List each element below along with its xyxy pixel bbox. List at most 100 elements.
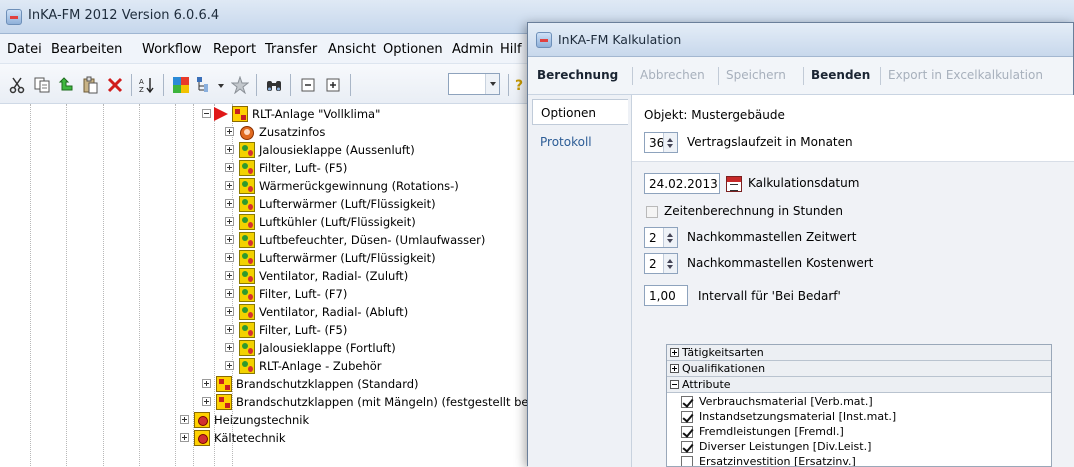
sort-icon[interactable]: A Z xyxy=(138,76,156,94)
attribute-label: Diverser Leistungen [Div.Leist.] xyxy=(699,440,872,453)
tree-node[interactable]: Ventilator, Radial- (Zuluft) xyxy=(225,268,525,285)
star-icon[interactable] xyxy=(231,76,249,94)
combobox-arrow-icon[interactable] xyxy=(485,74,499,94)
tree-node[interactable]: Jalousieklappe (Aussenluft) xyxy=(225,142,525,159)
app-icon xyxy=(536,32,552,48)
tree-node[interactable]: Zusatzinfos xyxy=(225,124,525,141)
vertragslaufzeit-spinner[interactable]: 36 xyxy=(644,132,678,153)
help-icon[interactable]: ? xyxy=(513,76,525,94)
cut-icon[interactable] xyxy=(8,76,26,94)
menu-optionen[interactable]: Optionen xyxy=(383,42,443,57)
tree-expand-toggle[interactable] xyxy=(225,199,234,208)
group-attribute[interactable]: Attribute xyxy=(667,377,1051,393)
tree-expand-toggle[interactable] xyxy=(225,361,234,370)
tree-expand-toggle[interactable] xyxy=(225,145,234,154)
tree-expand-toggle[interactable] xyxy=(225,235,234,244)
speichern-button[interactable]: Speichern xyxy=(726,68,786,82)
tree-node[interactable]: Brandschutzklappen (mit Mängeln) (festge… xyxy=(202,394,532,411)
tree-node[interactable]: Brandschutzklappen (Standard) xyxy=(202,376,532,393)
tree-expand-toggle[interactable] xyxy=(225,325,234,334)
tree-node[interactable]: Lufterwärmer (Luft/Flüssigkeit) xyxy=(225,250,525,267)
tree-node[interactable]: Wärmerückgewinnung (Rotations-) xyxy=(225,178,525,195)
menu-datei[interactable]: Datei xyxy=(7,42,42,57)
tab-protokoll[interactable]: Protokoll xyxy=(532,129,628,155)
attribute-checkbox[interactable] xyxy=(681,426,693,438)
nachkommastellen-kostenwert-spinner[interactable]: 2 xyxy=(644,253,678,274)
tree-node-rlt-anlage[interactable]: RLT-Anlage "Vollklima" xyxy=(202,106,532,123)
spinner-arrows-icon[interactable] xyxy=(663,228,677,247)
export-excel-button[interactable]: Export in Excelkalkulation xyxy=(888,68,1043,82)
intervall-field[interactable]: 1,00 xyxy=(644,285,688,306)
tree-node[interactable]: Luftbefeuchter, Düsen- (Umlaufwasser) xyxy=(225,232,525,249)
tree-expand-toggle[interactable] xyxy=(225,217,234,226)
tree-expand-toggle[interactable] xyxy=(225,343,234,352)
tree-expand-toggle[interactable] xyxy=(180,415,189,424)
kalkulationsdatum-label: Kalkulationsdatum xyxy=(748,176,860,190)
tree-node[interactable]: Ventilator, Radial- (Abluft) xyxy=(225,304,525,321)
tree-guide-line xyxy=(30,104,31,466)
nachkommastellen-zeitwert-spinner[interactable]: 2 xyxy=(644,227,678,248)
tree-expand-toggle[interactable] xyxy=(225,289,234,298)
attribute-checkbox[interactable] xyxy=(681,456,693,466)
tree-expand-toggle[interactable] xyxy=(202,397,211,406)
menu-report[interactable]: Report xyxy=(213,42,256,57)
menu-admin[interactable]: Admin xyxy=(452,42,493,57)
tree-node-label: RLT-Anlage "Vollklima" xyxy=(252,107,381,121)
objekt-label: Objekt: Mustergebäude xyxy=(644,108,785,122)
green-arrow-icon[interactable] xyxy=(58,76,76,94)
tree-node[interactable]: Filter, Luft- (F7) xyxy=(225,286,525,303)
paste-icon[interactable] xyxy=(81,76,99,94)
property-grid: Tätigkeitsarten Qualifikationen Attribut… xyxy=(666,344,1052,467)
menu-hilfe[interactable]: Hilf xyxy=(500,42,522,57)
tree-node[interactable]: Filter, Luft- (F5) xyxy=(225,160,525,177)
berechnung-button[interactable]: Berechnung xyxy=(537,68,618,82)
tree-expand-toggle[interactable] xyxy=(225,271,234,280)
beenden-button[interactable]: Beenden xyxy=(811,68,870,82)
tree-node[interactable]: Filter, Luft- (F5) xyxy=(225,322,525,339)
group-qualifikationen[interactable]: Qualifikationen xyxy=(667,361,1051,377)
tree-node[interactable]: Lufterwärmer (Luft/Flüssigkeit) xyxy=(225,196,525,213)
group-taetigkeitsarten[interactable]: Tätigkeitsarten xyxy=(667,345,1051,361)
toolbar-combobox[interactable] xyxy=(448,73,500,95)
expand-all-icon[interactable] xyxy=(324,76,342,94)
dropdown-arrow-icon[interactable] xyxy=(216,76,226,94)
menu-transfer[interactable]: Transfer xyxy=(265,42,317,57)
tree-node[interactable]: Kältetechnik xyxy=(180,430,520,447)
calendar-icon[interactable] xyxy=(726,176,742,192)
wizard-icon[interactable] xyxy=(172,76,190,94)
tree-expand-toggle[interactable] xyxy=(180,433,189,442)
expand-icon[interactable] xyxy=(670,348,679,357)
tree-node[interactable]: RLT-Anlage - Zubehör xyxy=(225,358,525,375)
tree-expand-toggle[interactable] xyxy=(225,253,234,262)
hierarchy-icon[interactable] xyxy=(195,76,213,94)
menu-ansicht[interactable]: Ansicht xyxy=(328,42,376,57)
binoculars-icon[interactable] xyxy=(265,76,283,94)
attribute-checkbox[interactable] xyxy=(681,396,693,408)
kalkulationsdatum-field[interactable]: 24.02.2013 xyxy=(644,173,720,194)
abbrechen-button[interactable]: Abbrechen xyxy=(640,68,705,82)
tree-expand-toggle[interactable] xyxy=(202,379,211,388)
tree-expand-toggle[interactable] xyxy=(225,181,234,190)
tree-expand-toggle[interactable] xyxy=(225,307,234,316)
copy-icon[interactable] xyxy=(33,76,51,94)
expand-icon[interactable] xyxy=(670,364,679,373)
menu-bearbeiten[interactable]: Bearbeiten xyxy=(51,42,122,57)
attribute-label: Fremdleistungen [Fremdl.] xyxy=(699,425,844,438)
tree-expand-toggle[interactable] xyxy=(225,127,234,136)
attribute-checkbox[interactable] xyxy=(681,441,693,453)
spinner-arrows-icon[interactable] xyxy=(663,133,677,152)
collapse-icon[interactable] xyxy=(670,380,679,389)
tree-collapse-toggle[interactable] xyxy=(202,109,211,118)
tree-node[interactable]: Jalousieklappe (Fortluft) xyxy=(225,340,525,357)
delete-icon[interactable] xyxy=(106,76,124,94)
spinner-arrows-icon[interactable] xyxy=(663,254,677,273)
menu-workflow[interactable]: Workflow xyxy=(142,42,202,57)
tab-optionen[interactable]: Optionen xyxy=(532,99,628,125)
tree-node[interactable]: Luftkühler (Luft/Flüssigkeit) xyxy=(225,214,525,231)
tree-expand-toggle[interactable] xyxy=(225,163,234,172)
toolbar-separator xyxy=(718,67,719,85)
tree-node[interactable]: Heizungstechnik xyxy=(180,412,520,429)
attribute-checkbox[interactable] xyxy=(681,411,693,423)
zeitenberechnung-checkbox[interactable] xyxy=(646,206,658,218)
collapse-all-icon[interactable] xyxy=(299,76,317,94)
